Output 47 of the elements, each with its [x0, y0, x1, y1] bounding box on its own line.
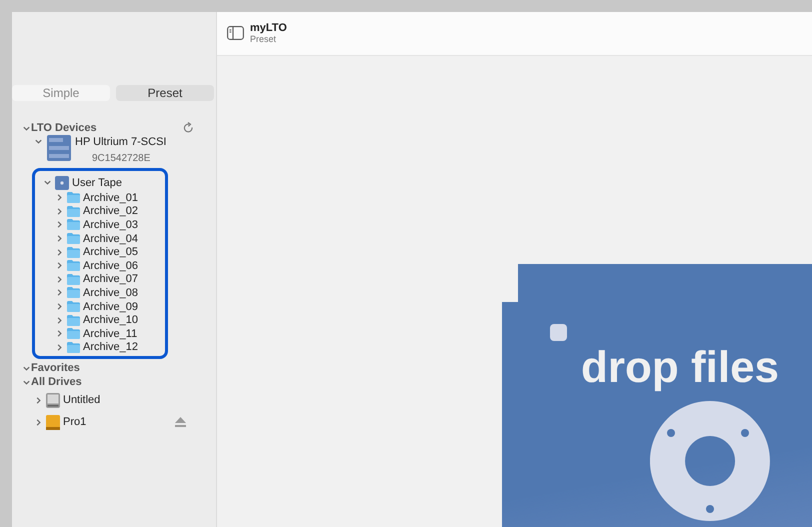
- tree-item-label[interactable]: Archive_10: [83, 314, 138, 326]
- tree-item-label[interactable]: Archive_06: [83, 260, 138, 272]
- drop-zone-label: drop files: [581, 343, 780, 393]
- folder-icon: [67, 233, 80, 244]
- tree-item-label[interactable]: HP Ultrium 7-SCSI: [75, 136, 166, 148]
- tree-item-label[interactable]: Archive_07: [83, 273, 138, 286]
- tree-item-label[interactable]: Archive_05: [83, 246, 138, 258]
- folder-icon: [67, 274, 80, 285]
- window-title: myLTO: [250, 22, 287, 34]
- window-subtitle: Preset: [250, 34, 278, 44]
- tree-item-label[interactable]: Archive_01: [83, 192, 138, 204]
- tape-icon: [55, 176, 69, 190]
- refresh-icon[interactable]: [183, 122, 194, 134]
- tree-item-label[interactable]: Archive_11: [83, 328, 138, 340]
- folder-icon: [67, 328, 80, 340]
- tree-item-label[interactable]: Archive_04: [83, 232, 138, 245]
- tree-item-label[interactable]: Archive_02: [83, 205, 138, 218]
- folder-icon: [67, 260, 80, 272]
- section-title[interactable]: Favorites: [31, 362, 194, 374]
- folder-icon: [67, 301, 80, 312]
- chevron-right-icon[interactable]: [34, 418, 43, 427]
- tree-item-label[interactable]: Archive_08: [83, 286, 138, 299]
- chevron-right-icon[interactable]: [34, 396, 43, 405]
- sidebar-toggle-icon[interactable]: [227, 26, 244, 40]
- folder-icon: [67, 246, 80, 258]
- tree-item-label[interactable]: User Tape: [72, 176, 122, 188]
- tree-item-label[interactable]: Pro1: [63, 416, 86, 428]
- tree-item-label[interactable]: Archive_12: [83, 341, 138, 354]
- folder-icon: [67, 192, 80, 204]
- folder-icon: [67, 314, 80, 326]
- cartridge-window-mark: [550, 324, 567, 341]
- mode-tab[interactable]: Preset: [116, 85, 214, 101]
- drive-icon: [46, 135, 72, 161]
- chevron-down-icon[interactable]: [43, 178, 52, 187]
- section-title[interactable]: LTO Devices: [31, 122, 183, 134]
- volume-icon: [46, 414, 60, 430]
- folder-icon: [67, 206, 80, 217]
- tree-item-label[interactable]: Archive_03: [83, 218, 138, 231]
- cartridge-hub-icon: [650, 401, 770, 521]
- tape-cartridge-drop-zone[interactable]: drop files: [502, 264, 812, 527]
- folder-icon: [67, 219, 80, 230]
- tree-item-label[interactable]: Archive_09: [83, 300, 138, 313]
- section-title[interactable]: All Drives: [31, 376, 194, 388]
- tree-item-label[interactable]: Untitled: [63, 394, 100, 406]
- folder-icon: [67, 287, 80, 298]
- serial-number: 9C1542728E: [92, 153, 152, 164]
- folder-icon: [67, 342, 80, 353]
